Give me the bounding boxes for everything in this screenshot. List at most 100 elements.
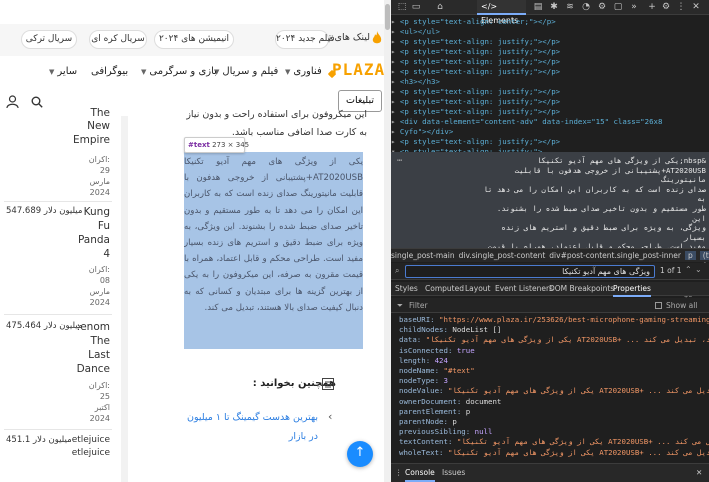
expand-triangle-icon[interactable]: ▸ (391, 117, 400, 126)
welcome-icon[interactable]: ⌂ (435, 2, 445, 12)
dom-node-line[interactable]: ▸ <p style="text-align: justify;"></p> (391, 97, 709, 106)
breadcrumb-item[interactable]: p (685, 251, 696, 260)
property-row[interactable]: nodeValue: "یکی از ویژگی های مهم آدیو تک… (399, 386, 709, 395)
device-toolbar-icon[interactable]: ▭ (411, 2, 421, 12)
trend-pill-korean-series[interactable]: سریال کره ای (89, 30, 147, 49)
related-article-link[interactable]: بهترین هدست گیمینگ تا ۱ میلیون در بازار (183, 408, 318, 446)
nav-biography[interactable]: بیوگرافی (91, 66, 128, 77)
expand-triangle-icon[interactable]: ▸ (391, 37, 400, 46)
settings-icon[interactable]: ⚙ (661, 2, 671, 12)
trend-pill-turkish-series[interactable]: سریال ترکی (21, 30, 77, 49)
expand-triangle-icon[interactable]: ▸ (391, 47, 400, 56)
dom-node-line[interactable]: ▸ <p style="text-align: justify;"></p> (391, 57, 709, 66)
find-input[interactable]: ویژگی های مهم آدیو تکنیکا (405, 265, 655, 278)
property-row[interactable]: isConnected: true (399, 346, 709, 355)
dom-node-line[interactable]: ▸ Cyfo"></div> (391, 127, 709, 136)
tab-issues[interactable]: Issues (442, 464, 465, 481)
bug-icon[interactable]: ✱ (549, 2, 559, 12)
show-all-checkbox[interactable] (655, 302, 662, 309)
dom-node-line[interactable]: ▸ <h3></h3> (391, 77, 709, 86)
dom-node-line[interactable]: ▸ <ul></ul> (391, 27, 709, 36)
sidebar-title-line[interactable]: The (90, 107, 110, 119)
nav-movies-series[interactable]: فیلم و سریال▼ (214, 66, 278, 77)
expand-triangle-icon[interactable]: ▸ (391, 27, 400, 36)
trend-pill-animations[interactable]: انیمیشن های ۲۰۲۴ (154, 30, 234, 49)
performance-icon[interactable]: ◔ (581, 2, 591, 12)
close-icon[interactable]: ✕ (696, 464, 702, 481)
dom-node-line[interactable]: ▸ <p style="text-align: justify;"></p> (391, 137, 709, 146)
tab-elements[interactable]: </> Elements (477, 0, 526, 25)
more-options-icon[interactable]: ⋮ (676, 2, 686, 12)
expand-triangle-icon[interactable]: ▸ (391, 17, 400, 26)
sidebar-title-line[interactable]: Empire (73, 134, 110, 146)
sidebar-title-line[interactable]: Fu (98, 220, 110, 232)
nav-technology[interactable]: فناوری▼ (285, 66, 322, 77)
nav-other[interactable]: سایر▼ (49, 66, 77, 77)
site-logo[interactable]: PLAZA (332, 60, 385, 79)
expand-triangle-icon[interactable]: ▸ (391, 67, 400, 76)
nav-games[interactable]: بازی و سرگرمی▼ (141, 66, 217, 77)
property-row[interactable]: parentElement: p (399, 407, 709, 416)
subtab-layout[interactable]: Layout (465, 282, 491, 295)
property-row[interactable]: parentNode: p (399, 417, 709, 426)
expand-triangle-icon[interactable]: ▸ (391, 57, 400, 66)
more-options-icon[interactable]: ⋯ (397, 156, 402, 166)
add-tab-icon[interactable]: + (647, 2, 657, 12)
expand-triangle-icon[interactable]: ▸ (391, 107, 400, 116)
scroll-to-top-button[interactable]: ↑ (347, 441, 373, 467)
expand-triangle-icon[interactable]: ▸ (391, 127, 400, 136)
dom-node-line[interactable]: ▸ <p style="text-align: justify;"></p> (391, 37, 709, 46)
more-tabs-icon[interactable]: » (629, 2, 639, 12)
network-icon[interactable]: ≋ (565, 2, 575, 12)
breadcrumb-item[interactable]: (text) (699, 251, 709, 260)
application-icon[interactable]: ▢ (613, 2, 623, 12)
memory-icon[interactable]: ⚙ (597, 2, 607, 12)
expand-triangle-icon[interactable]: ▸ (391, 87, 400, 96)
sidebar-title-line[interactable]: New (87, 120, 110, 132)
dom-node-line[interactable]: ▸ <p style="text-align: justify;"></p> (391, 67, 709, 76)
breadcrumb-item[interactable]: single_post-main (391, 251, 455, 260)
trend-pill-new-movies[interactable]: فیلم جدید ۲۰۲۴ (275, 30, 335, 49)
dom-node-line[interactable]: ▸ <p style="text-align: center;"></p> (391, 17, 709, 26)
inspect-element-icon[interactable]: ⬚ (397, 2, 407, 12)
sidebar-title-line[interactable]: etlejuice (72, 448, 110, 458)
property-row[interactable]: previousSibling: null (399, 427, 709, 436)
property-row[interactable]: nodeName: "#text" (399, 366, 709, 375)
dom-node-line[interactable]: ▸ <div data-element="content-adv" data-i… (391, 117, 709, 126)
subtab-event-listeners[interactable]: Event Listeners (495, 282, 553, 295)
property-row[interactable]: data: "یکی از ویژگی های مهم آدیو تکنیکا … (399, 335, 709, 344)
chevron-down-icon[interactable]: ⌄ (695, 265, 702, 274)
tab-console[interactable]: Console (405, 464, 435, 482)
dom-node-line[interactable]: ▸ <p style="text-align: justify;"></p> (391, 47, 709, 56)
expand-triangle-icon[interactable]: ▸ (391, 97, 400, 106)
sidebar-title-line[interactable]: The (90, 335, 110, 347)
filter-input[interactable]: Filter (409, 298, 428, 313)
sidebar-title-line[interactable]: Last (88, 349, 110, 361)
sidebar-title-line[interactable]: enom: (77, 321, 110, 333)
subtab-properties[interactable]: Properties (613, 282, 651, 297)
property-row[interactable]: length: 424 (399, 356, 709, 365)
more-options-icon[interactable]: ⋮ (395, 464, 403, 481)
subtab-computed[interactable]: Computed (425, 282, 464, 295)
property-row[interactable]: childNodes: NodeList [] (399, 325, 709, 334)
property-row[interactable]: nodeType: 3 (399, 376, 709, 385)
console-icon[interactable]: ▤ (533, 2, 543, 12)
close-icon[interactable]: ✕ (691, 2, 701, 12)
breadcrumb-item[interactable]: div#post-content.single_post-inner (549, 251, 681, 260)
subtab-dom-breakpoints[interactable]: DOM Breakpoints (549, 282, 614, 295)
chevron-up-icon[interactable]: ⌃ (685, 265, 692, 274)
expand-triangle-icon[interactable]: ▸ (391, 77, 400, 86)
property-row[interactable]: baseURI: "https://www.plaza.ir/253626/be… (399, 315, 709, 324)
sidebar-title-line[interactable]: Panda (78, 234, 110, 246)
property-row[interactable]: wholeText: "یکی از ویژگی های مهم آدیو تک… (399, 448, 709, 457)
subtab-styles[interactable]: Styles (395, 282, 418, 295)
sidebar-scrollbar[interactable] (121, 116, 128, 482)
dom-node-line[interactable]: ▸ <p style="text-align: justify;"></p> (391, 107, 709, 116)
sidebar-title-line[interactable]: 4 (103, 248, 110, 260)
sidebar-title-line[interactable]: etlejuice (72, 435, 110, 445)
expand-triangle-icon[interactable]: ▸ (391, 137, 400, 146)
sidebar-title-line[interactable]: Dance (77, 363, 110, 375)
dom-node-line[interactable]: ▸ <p style="text-align: justify;"></p> (391, 87, 709, 96)
property-row[interactable]: textContent: "یکی از ویژگی های مهم آدیو … (399, 437, 709, 446)
property-row[interactable]: ownerDocument: document (399, 397, 709, 406)
